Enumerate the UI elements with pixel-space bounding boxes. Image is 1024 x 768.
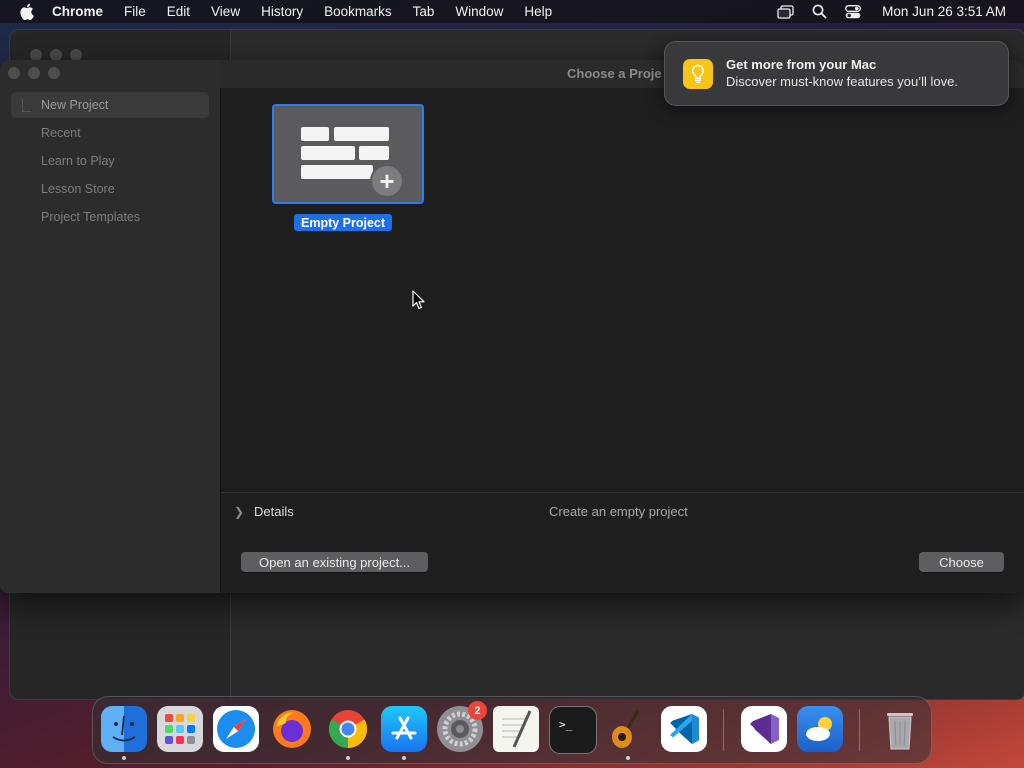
sidebar-item-label: New Project xyxy=(41,98,109,112)
sidebar-item-label: Project Templates xyxy=(41,210,141,224)
apple-menu-icon[interactable] xyxy=(19,3,35,20)
settings-notification-badge: 2 xyxy=(468,701,487,720)
dock-separator xyxy=(723,709,724,751)
running-indicator xyxy=(402,756,406,760)
running-indicator xyxy=(626,756,630,760)
details-label[interactable]: Details xyxy=(254,504,294,519)
control-center-icon[interactable] xyxy=(844,4,862,20)
svg-text:>_: >_ xyxy=(559,718,573,731)
add-icon: + xyxy=(370,164,404,198)
menu-bookmarks[interactable]: Bookmarks xyxy=(324,4,392,19)
sidebar-item-new-project[interactable]: New Project xyxy=(11,92,209,118)
menu-history[interactable]: History xyxy=(261,4,303,19)
dock-chrome-icon[interactable] xyxy=(325,706,371,752)
choose-project-window: New Project Recent Learn to Play Lesson … xyxy=(0,60,1024,593)
sidebar-item-learn-to-play[interactable]: Learn to Play xyxy=(11,148,209,174)
empty-project-label[interactable]: Empty Project xyxy=(294,214,393,231)
running-indicator xyxy=(122,756,126,760)
dock-separator xyxy=(859,709,860,751)
dock-firefox-icon[interactable] xyxy=(269,706,315,752)
menu-edit[interactable]: Edit xyxy=(167,4,190,19)
dock-safari-icon[interactable] xyxy=(213,706,259,752)
dock-finder-icon[interactable] xyxy=(101,706,147,752)
dock-terminal-icon[interactable]: >_ xyxy=(549,706,597,754)
sidebar-item-lesson-store[interactable]: Lesson Store xyxy=(11,176,209,202)
template-gallery: + Empty Project xyxy=(221,88,1024,492)
details-bar: ❯ Details Create an empty project xyxy=(221,492,1024,532)
empty-project-template[interactable]: + xyxy=(272,104,424,204)
search-icon[interactable] xyxy=(810,4,828,20)
window-controls xyxy=(8,67,60,79)
menu-tab[interactable]: Tab xyxy=(413,4,435,19)
sidebar-item-label: Learn to Play xyxy=(41,154,115,168)
notification-body: Discover must-know features you’ll love. xyxy=(726,74,958,89)
details-description: Create an empty project xyxy=(549,504,688,519)
menu-file[interactable]: File xyxy=(124,4,146,19)
zoom-window-button[interactable] xyxy=(48,67,60,79)
dock-garageband-icon[interactable] xyxy=(605,706,651,752)
dock-trash-icon[interactable] xyxy=(877,706,923,752)
dock-app-store-icon[interactable] xyxy=(381,706,427,752)
new-project-icon xyxy=(22,99,31,112)
chevron-right-icon[interactable]: ❯ xyxy=(234,505,244,519)
dock-vscode-icon[interactable] xyxy=(661,706,707,752)
sidebar-item-label: Lesson Store xyxy=(41,182,115,196)
template-thumbnail-block xyxy=(301,146,355,160)
open-existing-project-button[interactable]: Open an existing project... xyxy=(241,552,428,572)
window-footer: Open an existing project... Choose xyxy=(221,531,1024,593)
template-thumbnail-block xyxy=(301,127,329,141)
dock: >_ xyxy=(92,696,932,764)
close-window-button[interactable] xyxy=(8,67,20,79)
menu-app-name[interactable]: Chrome xyxy=(52,4,103,19)
window-title: Choose a Proje xyxy=(567,66,662,81)
notification-banner[interactable]: Get more from your Mac Discover must-kno… xyxy=(664,41,1009,106)
notification-title: Get more from your Mac xyxy=(726,57,877,72)
menu-view[interactable]: View xyxy=(211,4,240,19)
running-indicator xyxy=(346,756,350,760)
lightbulb-icon xyxy=(683,59,713,89)
sidebar-item-recent[interactable]: Recent xyxy=(11,120,209,146)
dock-textedit-icon[interactable] xyxy=(493,706,539,752)
dock-weather-icon[interactable] xyxy=(797,706,843,752)
menu-bar-clock[interactable]: Mon Jun 26 3:51 AM xyxy=(882,4,1006,19)
template-thumbnail-block xyxy=(301,165,373,179)
template-thumbnail-block xyxy=(359,146,389,160)
screen-mirroring-icon[interactable] xyxy=(776,4,794,20)
menu-help[interactable]: Help xyxy=(524,4,552,19)
menu-bar-status-area: Mon Jun 26 3:51 AM xyxy=(776,0,1006,23)
sidebar-item-project-templates[interactable]: Project Templates xyxy=(11,204,209,230)
project-sidebar: New Project Recent Learn to Play Lesson … xyxy=(0,60,221,593)
menu-window[interactable]: Window xyxy=(455,4,503,19)
dock-launchpad-icon[interactable] xyxy=(157,706,203,752)
menu-bar: Chrome File Edit View History Bookmarks … xyxy=(0,0,1024,23)
template-thumbnail-block xyxy=(334,127,389,141)
mouse-pointer-icon xyxy=(412,290,426,310)
dock-visual-studio-icon[interactable] xyxy=(741,706,787,752)
choose-button[interactable]: Choose xyxy=(919,552,1004,572)
sidebar-item-label: Recent xyxy=(41,126,81,140)
minimize-window-button[interactable] xyxy=(28,67,40,79)
